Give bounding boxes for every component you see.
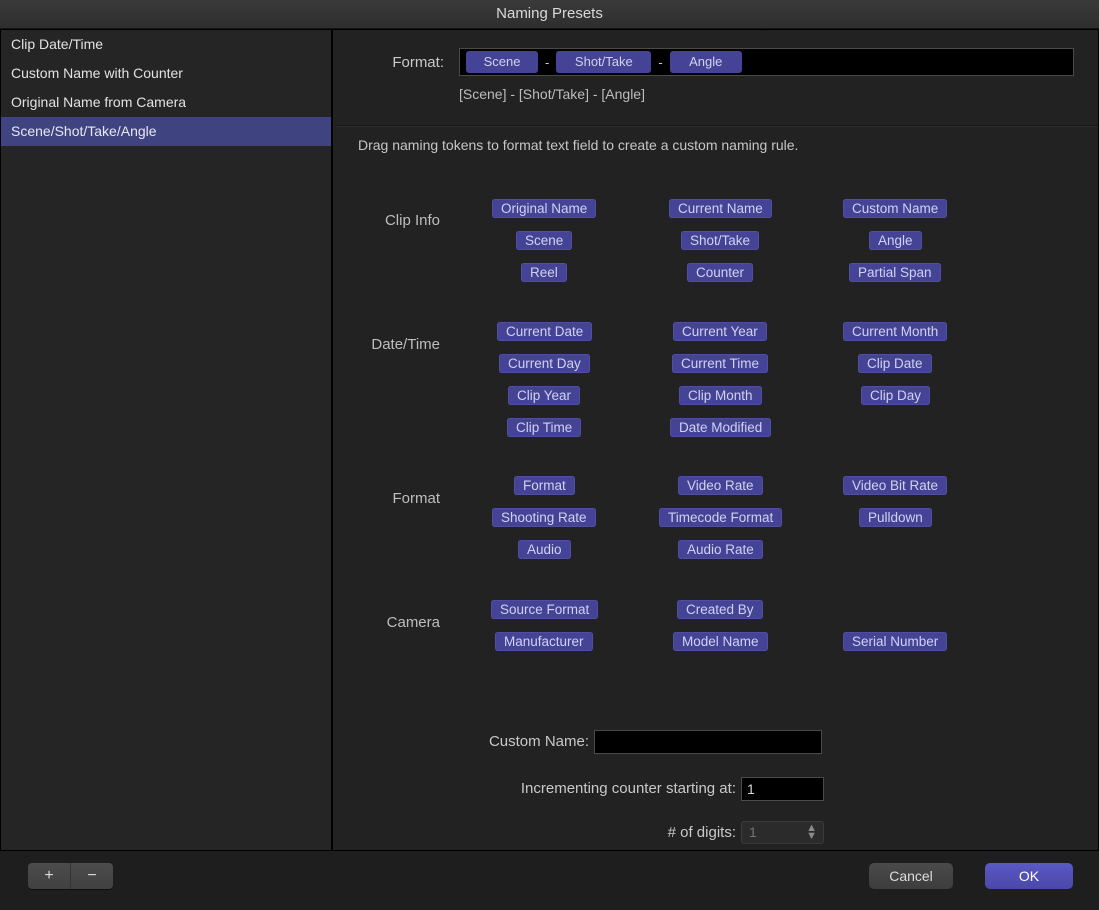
content-frame: Clip Date/TimeCustom Name with CounterOr… bbox=[0, 29, 1099, 851]
naming-token[interactable]: Timecode Format bbox=[659, 508, 782, 527]
custom-name-label: Custom Name: bbox=[489, 733, 589, 750]
presets-list[interactable]: Clip Date/TimeCustom Name with CounterOr… bbox=[1, 30, 331, 146]
preset-list-item[interactable]: Clip Date/Time bbox=[1, 30, 331, 59]
digits-value: 1 bbox=[749, 824, 757, 840]
preset-list-item[interactable]: Custom Name with Counter bbox=[1, 59, 331, 88]
naming-token[interactable]: Audio bbox=[518, 540, 571, 559]
format-token[interactable]: Shot/Take bbox=[556, 51, 651, 73]
naming-token[interactable]: Angle bbox=[869, 231, 922, 250]
preset-list-item[interactable]: Original Name from Camera bbox=[1, 88, 331, 117]
naming-token[interactable]: Serial Number bbox=[843, 632, 947, 651]
format-token-separator: - bbox=[653, 55, 667, 70]
naming-token[interactable]: Clip Time bbox=[507, 418, 581, 437]
format-text-field[interactable]: Scene-Shot/Take-Angle bbox=[459, 48, 1074, 76]
format-token-separator: - bbox=[540, 55, 554, 70]
naming-token[interactable]: Created By bbox=[677, 600, 763, 619]
naming-token[interactable]: Clip Day bbox=[861, 386, 930, 405]
naming-token[interactable]: Partial Span bbox=[849, 263, 941, 282]
naming-token[interactable]: Format bbox=[514, 476, 575, 495]
window-body: Clip Date/TimeCustom Name with CounterOr… bbox=[0, 29, 1099, 910]
naming-token[interactable]: Clip Year bbox=[508, 386, 580, 405]
counter-start-label: Incrementing counter starting at: bbox=[521, 780, 736, 797]
format-row: Format: Scene-Shot/Take-Angle bbox=[335, 48, 1098, 82]
digits-label: # of digits: bbox=[668, 824, 736, 841]
naming-token[interactable]: Model Name bbox=[673, 632, 768, 651]
token-group-label: Format bbox=[335, 490, 440, 507]
custom-name-row: Custom Name: bbox=[335, 730, 1098, 756]
ok-button[interactable]: OK bbox=[985, 863, 1073, 889]
naming-token[interactable]: Audio Rate bbox=[678, 540, 763, 559]
format-field-label: Format: bbox=[354, 54, 444, 71]
naming-token[interactable]: Scene bbox=[516, 231, 572, 250]
token-group-label: Date/Time bbox=[335, 336, 440, 353]
cancel-button[interactable]: Cancel bbox=[869, 863, 953, 889]
naming-token[interactable]: Current Day bbox=[499, 354, 590, 373]
naming-token[interactable]: Reel bbox=[521, 263, 567, 282]
token-group-label: Camera bbox=[335, 614, 440, 631]
naming-token[interactable]: Current Month bbox=[843, 322, 947, 341]
presets-sidebar[interactable]: Clip Date/TimeCustom Name with CounterOr… bbox=[1, 30, 333, 850]
dialog-footer: + − Cancel OK bbox=[0, 851, 1099, 910]
naming-token[interactable]: Clip Date bbox=[858, 354, 932, 373]
stepper-arrows-icon[interactable]: ▲ ▼ bbox=[806, 824, 817, 840]
naming-token[interactable]: Current Time bbox=[672, 354, 768, 373]
format-token[interactable]: Scene bbox=[466, 51, 538, 73]
naming-token[interactable]: Video Bit Rate bbox=[843, 476, 947, 495]
drag-hint-text: Drag naming tokens to format text field … bbox=[358, 137, 798, 153]
window-title: Naming Presets bbox=[0, 0, 1099, 29]
naming-token[interactable]: Shooting Rate bbox=[492, 508, 596, 527]
naming-token[interactable]: Original Name bbox=[492, 199, 596, 218]
add-remove-preset-group[interactable]: + − bbox=[28, 863, 113, 889]
add-preset-button[interactable]: + bbox=[28, 863, 70, 889]
naming-token[interactable]: Shot/Take bbox=[681, 231, 759, 250]
naming-token[interactable]: Counter bbox=[687, 263, 753, 282]
naming-token[interactable]: Source Format bbox=[491, 600, 598, 619]
counter-start-input[interactable] bbox=[741, 777, 824, 801]
format-token[interactable]: Angle bbox=[670, 51, 742, 73]
chevron-down-icon[interactable]: ▼ bbox=[806, 832, 817, 840]
counter-start-row: Incrementing counter starting at: bbox=[335, 777, 1098, 803]
naming-token[interactable]: Manufacturer bbox=[495, 632, 593, 651]
naming-token[interactable]: Current Date bbox=[497, 322, 592, 341]
window-title-bar: Naming Presets bbox=[0, 0, 1099, 29]
preset-list-item[interactable]: Scene/Shot/Take/Angle bbox=[1, 117, 331, 146]
naming-token[interactable]: Date Modified bbox=[670, 418, 771, 437]
token-group-label: Clip Info bbox=[335, 212, 440, 229]
custom-name-input[interactable] bbox=[594, 730, 822, 754]
naming-token[interactable]: Video Rate bbox=[678, 476, 763, 495]
remove-preset-button[interactable]: − bbox=[70, 863, 113, 889]
naming-token[interactable]: Current Name bbox=[669, 199, 772, 218]
preset-detail-pane: Format: Scene-Shot/Take-Angle [Scene] - … bbox=[335, 30, 1098, 850]
naming-token[interactable]: Current Year bbox=[673, 322, 767, 341]
naming-token[interactable]: Custom Name bbox=[843, 199, 947, 218]
digits-stepper[interactable]: 1 ▲ ▼ bbox=[741, 821, 824, 844]
naming-token[interactable]: Pulldown bbox=[859, 508, 932, 527]
digits-row: # of digits: 1 ▲ ▼ bbox=[335, 821, 1098, 847]
format-preview-text: [Scene] - [Shot/Take] - [Angle] bbox=[459, 86, 645, 102]
section-divider bbox=[335, 125, 1098, 127]
naming-token[interactable]: Clip Month bbox=[679, 386, 762, 405]
